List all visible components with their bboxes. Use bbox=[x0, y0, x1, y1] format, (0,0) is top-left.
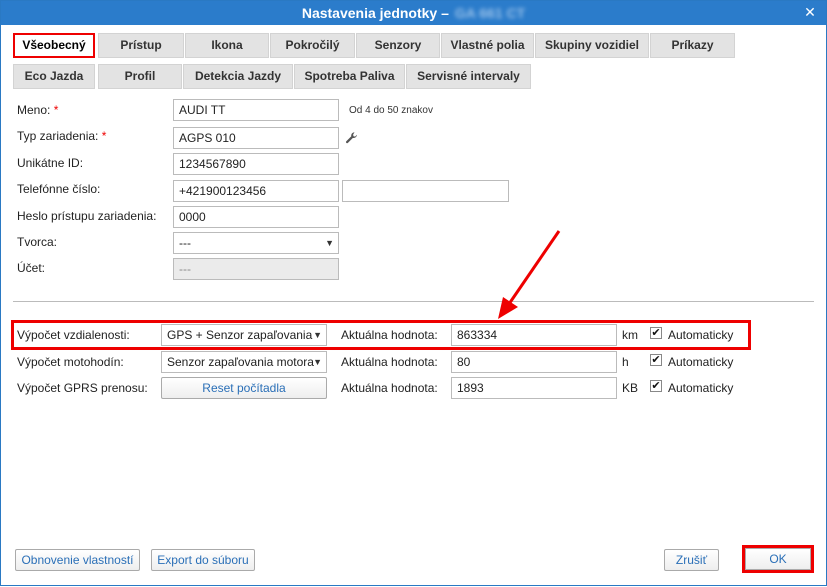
unique-id-input[interactable]: 1234567890 bbox=[173, 153, 339, 175]
phone2-input[interactable] bbox=[342, 180, 509, 202]
chevron-down-icon: ▼ bbox=[313, 330, 322, 340]
unique-id-label: Unikátne ID: bbox=[17, 156, 84, 170]
engine-value-input[interactable]: 80 bbox=[451, 351, 617, 373]
distance-unit: km bbox=[622, 328, 638, 342]
dialog-title-unit-name: GA 661 CT bbox=[454, 5, 526, 21]
tab-general[interactable]: Všeobecný bbox=[13, 33, 95, 58]
chevron-down-icon: ▼ bbox=[325, 238, 334, 248]
password-input[interactable]: 0000 bbox=[173, 206, 339, 228]
tab-custom-fields[interactable]: Vlastné polia bbox=[441, 33, 534, 58]
restore-properties-button[interactable]: Obnovenie vlastností bbox=[15, 549, 140, 571]
tab-sensors[interactable]: Senzory bbox=[356, 33, 440, 58]
tab-commands[interactable]: Príkazy bbox=[650, 33, 735, 58]
engine-auto-label: Automaticky bbox=[668, 355, 734, 369]
name-label-text: Meno: bbox=[17, 103, 51, 117]
required-mark: * bbox=[101, 129, 107, 143]
cancel-button[interactable]: Zrušiť bbox=[664, 549, 719, 571]
engine-current-label: Aktuálna hodnota: bbox=[341, 355, 438, 369]
gprs-unit: KB bbox=[622, 381, 639, 395]
distance-current-label: Aktuálna hodnota: bbox=[341, 328, 438, 342]
name-input[interactable]: AUDI TT bbox=[173, 99, 339, 121]
gprs-calc-label: Výpočet GPRS prenosu: bbox=[17, 381, 148, 395]
close-icon[interactable]: ✕ bbox=[802, 4, 818, 20]
engine-auto-checkbox[interactable]: ✔ bbox=[650, 354, 662, 366]
device-type-label-text: Typ zariadenia: bbox=[17, 129, 99, 143]
account-label: Účet: bbox=[17, 261, 46, 275]
distance-auto-label: Automaticky bbox=[668, 328, 734, 342]
tab-eco-driving[interactable]: Eco Jazda bbox=[13, 64, 95, 89]
section-divider bbox=[13, 301, 814, 302]
tab-icon[interactable]: Ikona bbox=[185, 33, 269, 58]
creator-select[interactable]: --- ▼ bbox=[173, 232, 339, 254]
password-label: Heslo prístupu zariadenia: bbox=[17, 209, 157, 223]
distance-value-input[interactable]: 863334 bbox=[451, 324, 617, 346]
phone-label: Telefónne číslo: bbox=[17, 182, 101, 196]
device-type-input[interactable]: AGPS 010 bbox=[173, 127, 339, 149]
account-input: --- bbox=[173, 258, 339, 280]
tab-fuel-consumption[interactable]: Spotreba Paliva bbox=[294, 64, 405, 89]
reset-counter-button[interactable]: Reset počítadla bbox=[161, 377, 327, 399]
dialog-title: Nastavenia jednotky – bbox=[301, 5, 449, 21]
gprs-current-label: Aktuálna hodnota: bbox=[341, 381, 438, 395]
gprs-value-input[interactable]: 1893 bbox=[451, 377, 617, 399]
gprs-auto-label: Automaticky bbox=[668, 381, 734, 395]
device-type-label: Typ zariadenia: * bbox=[17, 129, 106, 143]
tab-trip-detection[interactable]: Detekcia Jazdy bbox=[183, 64, 293, 89]
name-hint: Od 4 do 50 znakov bbox=[349, 105, 433, 116]
creator-select-value: --- bbox=[179, 236, 191, 250]
dialog-titlebar: Nastavenia jednotky – GA 661 CT ✕ bbox=[1, 1, 826, 25]
tab-vehicle-groups[interactable]: Skupiny vozidiel bbox=[535, 33, 649, 58]
tab-profile[interactable]: Profil bbox=[98, 64, 182, 89]
distance-auto-checkbox[interactable]: ✔ bbox=[650, 327, 662, 339]
creator-label: Tvorca: bbox=[17, 235, 58, 249]
tab-access[interactable]: Prístup bbox=[98, 33, 184, 58]
engine-unit: h bbox=[622, 355, 629, 369]
engine-hours-select[interactable]: Senzor zapaľovania motora ▼ bbox=[161, 351, 327, 373]
tab-service-intervals[interactable]: Servisné intervaly bbox=[406, 64, 531, 89]
required-mark: * bbox=[53, 103, 59, 117]
chevron-down-icon: ▼ bbox=[313, 357, 322, 367]
export-file-button[interactable]: Export do súboru bbox=[151, 549, 255, 571]
distance-calc-label: Výpočet vzdialenosti: bbox=[17, 328, 130, 342]
engine-hours-label: Výpočet motohodín: bbox=[17, 355, 124, 369]
unit-settings-dialog: Nastavenia jednotky – GA 661 CT ✕ Všeobec… bbox=[0, 0, 827, 586]
gprs-auto-checkbox[interactable]: ✔ bbox=[650, 380, 662, 392]
distance-calc-select-value: GPS + Senzor zapaľovania bbox=[167, 328, 313, 342]
engine-hours-select-value: Senzor zapaľovania motora bbox=[167, 355, 314, 369]
phone-input[interactable]: +421900123456 bbox=[173, 180, 339, 202]
name-label: Meno: * bbox=[17, 103, 58, 117]
ok-button[interactable]: OK bbox=[745, 548, 811, 570]
tab-advanced[interactable]: Pokročilý bbox=[270, 33, 355, 58]
wrench-icon[interactable] bbox=[345, 131, 359, 145]
distance-calc-select[interactable]: GPS + Senzor zapaľovania ▼ bbox=[161, 324, 327, 346]
